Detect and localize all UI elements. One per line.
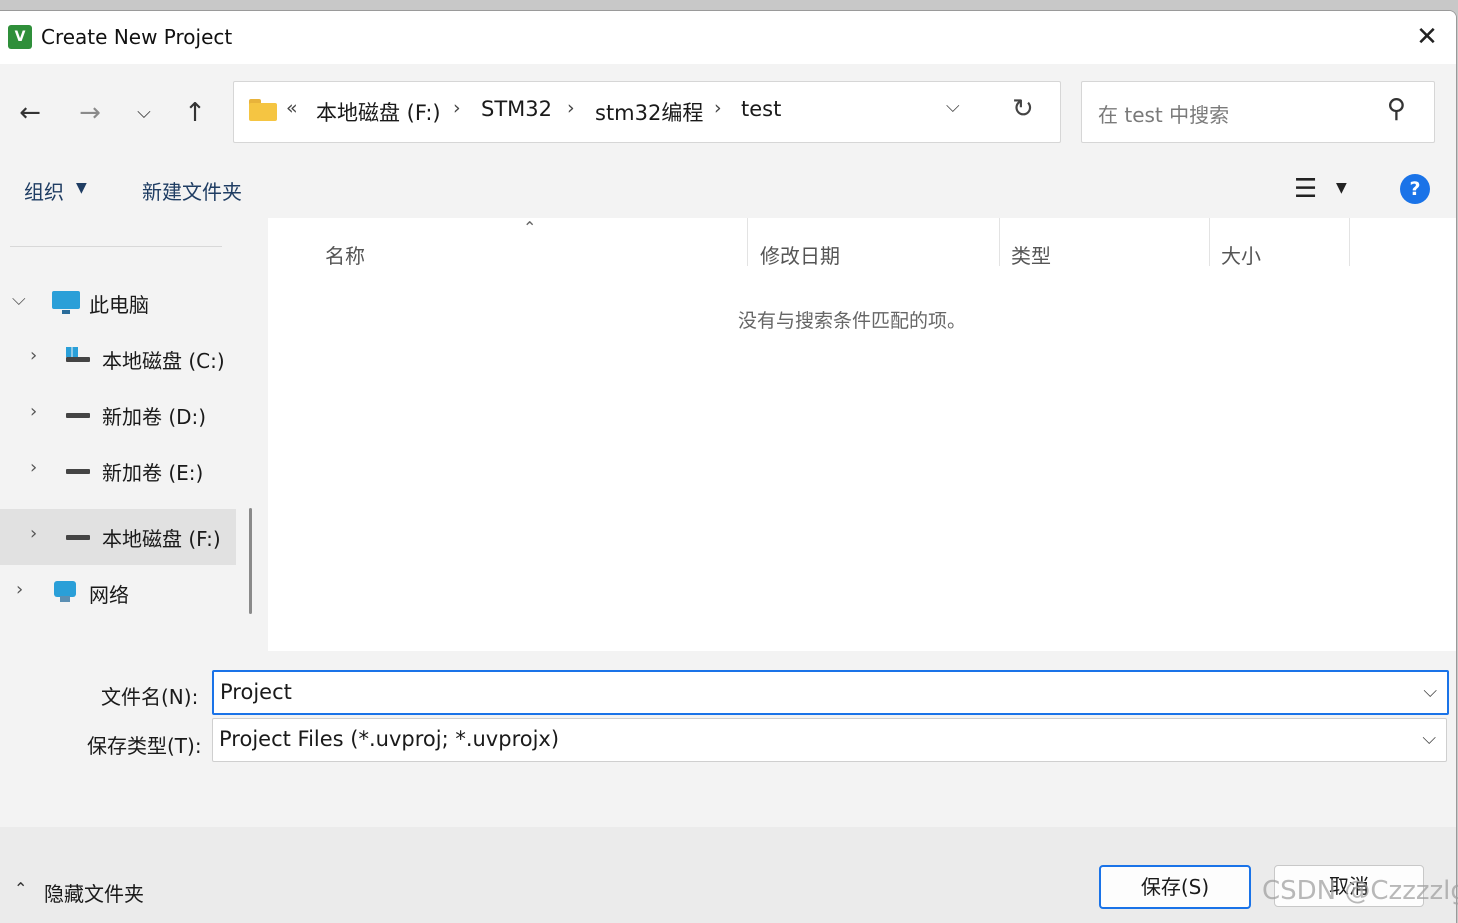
chevron-right-icon[interactable]: ›	[30, 457, 37, 478]
watermark-text: CSDN @Czzzzlg	[1262, 876, 1458, 906]
pane-splitter[interactable]	[238, 218, 268, 651]
filename-combobox[interactable]: Project ⌵	[212, 670, 1449, 715]
chevron-up-icon[interactable]: ⌃	[14, 879, 27, 898]
column-divider[interactable]	[747, 218, 748, 266]
sidebar-item-drive-d[interactable]: › 新加卷 (D:)	[0, 387, 236, 443]
keil-app-icon: V	[8, 25, 32, 49]
navigation-bar: ← → ⌵ ↑ « 本地磁盘 (F:) › STM32 › stm32编程 › …	[0, 64, 1456, 162]
recent-locations-chevron-icon[interactable]: ⌵	[127, 96, 161, 130]
chevron-down-icon[interactable]: ⌵	[1422, 728, 1436, 749]
sidebar-item-label: 新加卷 (E:)	[102, 461, 204, 485]
column-header-modified[interactable]: 修改日期	[760, 240, 840, 269]
drive-icon	[64, 457, 94, 483]
breadcrumb-item[interactable]: stm32编程	[595, 97, 703, 127]
search-placeholder: 在 test 中搜索	[1098, 103, 1230, 127]
column-header-type[interactable]: 类型	[1011, 240, 1051, 269]
new-folder-button[interactable]: 新建文件夹	[142, 176, 242, 205]
filename-label: 文件名(N):	[101, 685, 199, 709]
hide-folders-toggle[interactable]: 隐藏文件夹	[44, 878, 144, 907]
breadcrumb-item[interactable]: STM32	[481, 97, 552, 121]
drive-icon	[64, 523, 94, 549]
sidebar-item-label: 此电脑	[89, 293, 149, 317]
breadcrumb-overflow[interactable]: «	[286, 97, 298, 119]
breadcrumb-item[interactable]: 本地磁盘 (F:)	[316, 97, 441, 127]
chevron-down-icon[interactable]: ⌵	[1423, 681, 1437, 702]
chevron-right-icon[interactable]: ›	[16, 579, 23, 600]
chevron-right-icon[interactable]: ›	[30, 345, 37, 366]
dialog-footer: ⌃ 隐藏文件夹 保存(S) 取消	[0, 827, 1456, 923]
sidebar-item-drive-c[interactable]: › 本地磁盘 (C:)	[0, 331, 236, 387]
filename-input[interactable]: Project	[220, 680, 292, 704]
sidebar-scrollbar[interactable]	[249, 508, 252, 614]
chevron-down-icon[interactable]: ⌵	[12, 289, 26, 310]
column-header-name[interactable]: 名称	[325, 240, 365, 269]
network-icon	[50, 579, 80, 605]
sidebar-item-network[interactable]: › 网络	[0, 565, 236, 621]
breadcrumb-item-current[interactable]: test	[741, 97, 781, 121]
view-options-icon[interactable]: ☰	[1294, 174, 1317, 204]
sidebar-item-label: 本地磁盘 (C:)	[102, 349, 225, 373]
column-header-size[interactable]: 大小	[1221, 240, 1261, 269]
file-list: ⌃ 名称 修改日期 类型 大小 没有与搜索条件匹配的项。	[268, 218, 1456, 651]
search-icon[interactable]: ⚲	[1387, 94, 1406, 124]
refresh-icon[interactable]: ↻	[1012, 94, 1034, 124]
column-divider[interactable]	[1209, 218, 1210, 266]
divider	[10, 246, 222, 247]
view-options-caret-icon[interactable]: ▼	[1336, 180, 1347, 196]
title-bar: V Create New Project ✕	[0, 11, 1456, 64]
chevron-right-icon[interactable]: ›	[30, 401, 37, 422]
breadcrumb-separator-icon[interactable]: ›	[714, 97, 722, 119]
address-bar[interactable]: « 本地磁盘 (F:) › STM32 › stm32编程 › test ⌵ ↻	[233, 81, 1061, 143]
sidebar-item-label: 新加卷 (D:)	[102, 405, 207, 429]
up-arrow-icon[interactable]: ↑	[178, 96, 212, 130]
organize-caret-icon[interactable]: ▼	[76, 180, 87, 196]
navigation-pane: ⌵ 此电脑 › 本地磁盘 (C:) › 新加卷 (D:) › 新加卷 (E:) …	[0, 218, 238, 651]
chevron-right-icon[interactable]: ›	[30, 523, 37, 544]
empty-state-message: 没有与搜索条件匹配的项。	[738, 310, 967, 332]
command-toolbar: 组织 ▼ 新建文件夹 ☰ ▼ ?	[0, 162, 1456, 219]
savetype-label: 保存类型(T):	[87, 734, 202, 758]
close-icon[interactable]: ✕	[1412, 22, 1442, 52]
savetype-select[interactable]: Project Files (*.uvproj; *.uvprojx) ⌵	[212, 718, 1447, 762]
folder-icon	[249, 99, 277, 121]
breadcrumb-separator-icon[interactable]: ›	[453, 97, 461, 119]
help-icon[interactable]: ?	[1400, 174, 1430, 204]
sidebar-item-this-pc[interactable]: ⌵ 此电脑	[0, 275, 236, 331]
savetype-value: Project Files (*.uvproj; *.uvprojx)	[219, 727, 560, 751]
system-drive-icon	[64, 345, 94, 371]
window-title: Create New Project	[41, 25, 233, 49]
dialog-window: V Create New Project ✕ ← → ⌵ ↑ « 本地磁盘 (F…	[0, 10, 1457, 923]
column-divider[interactable]	[1349, 218, 1350, 266]
column-divider[interactable]	[999, 218, 1000, 266]
sidebar-item-drive-e[interactable]: › 新加卷 (E:)	[0, 443, 236, 499]
sidebar-item-drive-f[interactable]: › 本地磁盘 (F:)	[0, 509, 236, 565]
forward-arrow-icon[interactable]: →	[73, 96, 107, 130]
sidebar-item-label: 本地磁盘 (F:)	[102, 527, 221, 551]
sort-ascending-icon: ⌃	[523, 218, 537, 237]
organize-menu[interactable]: 组织	[24, 176, 64, 205]
save-form: 文件名(N): Project ⌵ 保存类型(T): Project Files…	[0, 651, 1456, 827]
computer-icon	[52, 289, 82, 315]
address-dropdown-chevron-icon[interactable]: ⌵	[946, 96, 960, 117]
search-box[interactable]: 在 test 中搜索 ⚲	[1081, 81, 1435, 143]
back-arrow-icon[interactable]: ←	[13, 96, 47, 130]
drive-icon	[64, 401, 94, 427]
save-button[interactable]: 保存(S)	[1099, 865, 1251, 909]
sidebar-item-label: 网络	[89, 583, 129, 607]
breadcrumb-separator-icon[interactable]: ›	[567, 97, 575, 119]
